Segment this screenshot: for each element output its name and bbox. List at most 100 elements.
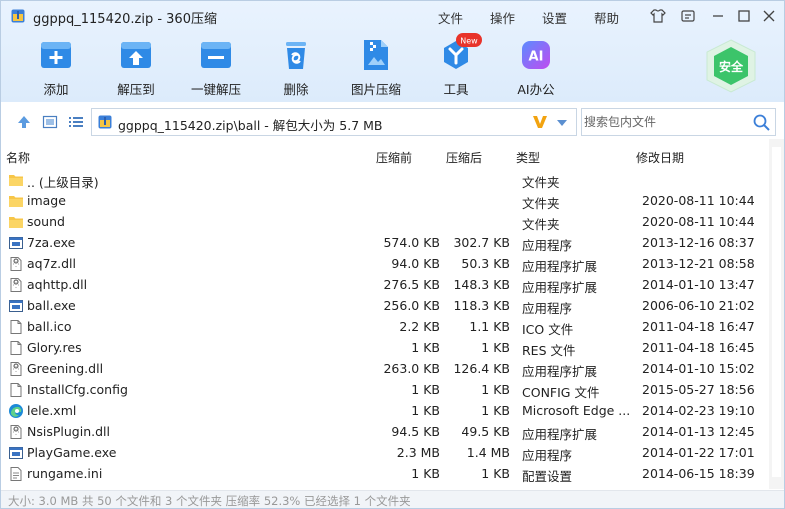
file-type: 应用程序扩展 bbox=[522, 259, 598, 274]
status-bar: 大小: 3.0 MB 共 50 个文件和 3 个文件夹 压缩率 52.3% 已经… bbox=[1, 490, 784, 508]
vip-v-icon[interactable] bbox=[532, 114, 548, 130]
file-modified: 2015-05-27 18:56 bbox=[642, 382, 755, 397]
image-compress-label: 图片压缩 bbox=[350, 82, 401, 97]
file-row[interactable]: 7za.exe 574.0 KB 302.7 KB 应用程序 2013-12-16 08… bbox=[1, 232, 769, 253]
file-row[interactable]: ball.exe 256.0 KB 118.3 KB 应用程序 2006-06-10 2… bbox=[1, 295, 769, 316]
file-row[interactable]: NsisPlugin.dll 94.5 KB 49.5 KB 应用程序扩展 2014-0… bbox=[1, 421, 769, 442]
file-type: 应用程序扩展 bbox=[522, 280, 598, 295]
app-window: ggppq_115420.zip - 360压缩 文件 操作 设置 帮助 添加 … bbox=[0, 0, 785, 509]
file-name: lele.xml bbox=[27, 403, 77, 418]
file-row[interactable]: rungame.ini 1 KB 1 KB 配置设置 2014-06-15 18:39 bbox=[1, 463, 769, 484]
new-badge: New bbox=[456, 33, 482, 47]
file-list: 名称 压缩前 压缩后 类型 修改日期 .. (上级目录) 文件夹 image 文件夹 2… bbox=[1, 145, 769, 489]
file-type: RES 文件 bbox=[522, 343, 576, 358]
file-modified: 2014-01-13 12:45 bbox=[642, 424, 755, 439]
column-size[interactable]: 压缩前 bbox=[376, 149, 412, 166]
chevron-down-icon[interactable] bbox=[556, 119, 568, 127]
file-type: 应用程序扩展 bbox=[522, 364, 598, 379]
title-bar: ggppq_115420.zip - 360压缩 文件 操作 设置 帮助 bbox=[1, 1, 784, 31]
list-header: 名称 压缩前 压缩后 类型 修改日期 bbox=[1, 145, 769, 167]
file-name: aqhttp.dll bbox=[27, 277, 88, 292]
file-row[interactable]: Greening.dll 263.0 KB 126.4 KB 应用程序扩展 2014-0… bbox=[1, 358, 769, 379]
file-type: 应用程序扩展 bbox=[522, 427, 598, 442]
file-name: InstallCfg.config bbox=[27, 382, 128, 397]
safe-shield-icon[interactable]: 安全 bbox=[705, 39, 757, 93]
file-type: 文件夹 bbox=[522, 196, 560, 211]
search-box[interactable] bbox=[581, 108, 776, 136]
file-icon bbox=[8, 340, 24, 356]
tools-label: 工具 bbox=[443, 82, 469, 97]
file-icon bbox=[8, 319, 24, 335]
search-icon[interactable] bbox=[753, 114, 770, 131]
top-bar: ggppq_115420.zip - 360压缩 文件 操作 设置 帮助 添加 … bbox=[1, 1, 784, 102]
file-packed-size: 126.4 KB bbox=[453, 361, 510, 376]
exe-icon bbox=[8, 445, 24, 461]
file-modified: 2011-04-18 16:45 bbox=[642, 340, 755, 355]
ai-office-glyph: AI bbox=[529, 50, 544, 65]
menu-file[interactable]: 文件 bbox=[438, 8, 463, 27]
file-row[interactable]: lele.xml 1 KB 1 KB Microsoft Edge ... 2014-0… bbox=[1, 400, 769, 421]
extract-to-button[interactable]: 解压到 bbox=[100, 39, 172, 99]
file-name: rungame.ini bbox=[27, 466, 103, 481]
file-modified: 2013-12-21 08:58 bbox=[642, 256, 755, 271]
view-detail-icon[interactable] bbox=[41, 113, 59, 131]
file-size: 263.0 KB bbox=[383, 361, 440, 376]
file-modified: 2014-01-10 13:47 bbox=[642, 277, 755, 292]
file-row[interactable]: ball.ico 2.2 KB 1.1 KB ICO 文件 2011-04-18 16:… bbox=[1, 316, 769, 337]
file-packed-size: 49.5 KB bbox=[461, 424, 510, 439]
dll-icon bbox=[8, 256, 24, 272]
image-compress-icon bbox=[364, 40, 388, 70]
close-icon[interactable] bbox=[760, 7, 778, 25]
file-type: 应用程序 bbox=[522, 301, 573, 316]
file-type: 配置设置 bbox=[522, 469, 573, 484]
file-name: image bbox=[27, 193, 66, 208]
file-row[interactable]: aqhttp.dll 276.5 KB 148.3 KB 应用程序扩展 2014-01-… bbox=[1, 274, 769, 295]
file-row[interactable]: aq7z.dll 94.0 KB 50.3 KB 应用程序扩展 2013-12-21 0… bbox=[1, 253, 769, 274]
file-modified: 2014-01-22 17:01 bbox=[642, 445, 755, 460]
maximize-icon[interactable] bbox=[735, 7, 753, 25]
column-modified[interactable]: 修改日期 bbox=[636, 149, 684, 166]
delete-button[interactable]: 删除 bbox=[260, 39, 332, 99]
file-packed-size: 1 KB bbox=[481, 466, 510, 481]
menu-operation[interactable]: 操作 bbox=[490, 8, 515, 27]
file-row[interactable]: .. (上级目录) 文件夹 bbox=[1, 169, 769, 190]
feedback-icon[interactable] bbox=[679, 7, 697, 25]
file-row[interactable]: Glory.res 1 KB 1 KB RES 文件 2011-04-18 16:45 bbox=[1, 337, 769, 358]
scrollbar-thumb[interactable] bbox=[772, 147, 781, 477]
ai-office-label: AI办公 bbox=[517, 82, 555, 97]
dll-icon bbox=[8, 424, 24, 440]
menu-help[interactable]: 帮助 bbox=[594, 8, 619, 27]
file-name: ball.ico bbox=[27, 319, 72, 334]
address-bar[interactable]: ggppq_115420.zip\ball - 解包大小为 5.7 MB bbox=[91, 108, 577, 136]
file-type: ICO 文件 bbox=[522, 322, 574, 337]
file-packed-size: 1 KB bbox=[481, 340, 510, 355]
file-row[interactable]: PlayGame.exe 2.3 MB 1.4 MB 应用程序 2014-01-22 1… bbox=[1, 442, 769, 463]
minimize-icon[interactable] bbox=[709, 7, 727, 25]
file-size: 2.3 MB bbox=[396, 445, 440, 460]
file-row[interactable]: image 文件夹 2020-08-11 10:44 bbox=[1, 190, 769, 211]
image-compress-button[interactable]: 图片压缩 bbox=[340, 39, 412, 99]
file-name: aq7z.dll bbox=[27, 256, 76, 271]
column-name[interactable]: 名称 bbox=[6, 149, 30, 166]
add-button[interactable]: 添加 bbox=[20, 39, 92, 99]
one-click-extract-button[interactable]: 一键解压 bbox=[180, 39, 252, 99]
ai-office-button[interactable]: AI AI办公 bbox=[500, 39, 572, 99]
edge-icon bbox=[8, 403, 24, 419]
vertical-scrollbar[interactable] bbox=[769, 139, 784, 489]
folder-icon bbox=[8, 214, 24, 230]
status-text: 大小: 3.0 MB 共 50 个文件和 3 个文件夹 压缩率 52.3% 已经… bbox=[8, 494, 411, 508]
tools-button[interactable]: New 工具 bbox=[420, 33, 492, 99]
up-level-icon[interactable] bbox=[15, 113, 33, 131]
file-row[interactable]: InstallCfg.config 1 KB 1 KB CONFIG 文件 2015-0… bbox=[1, 379, 769, 400]
file-type: 应用程序 bbox=[522, 238, 573, 253]
search-input[interactable] bbox=[584, 111, 744, 133]
column-type[interactable]: 类型 bbox=[516, 149, 540, 166]
column-packed[interactable]: 压缩后 bbox=[446, 149, 482, 166]
skin-icon[interactable] bbox=[649, 7, 667, 25]
file-row[interactable]: sound 文件夹 2020-08-11 10:44 bbox=[1, 211, 769, 232]
one-click-extract-label: 一键解压 bbox=[190, 82, 241, 97]
new-badge-text: New bbox=[460, 37, 478, 46]
file-modified: 2011-04-18 16:47 bbox=[642, 319, 755, 334]
menu-settings[interactable]: 设置 bbox=[542, 8, 567, 27]
view-list-icon[interactable] bbox=[67, 113, 85, 131]
